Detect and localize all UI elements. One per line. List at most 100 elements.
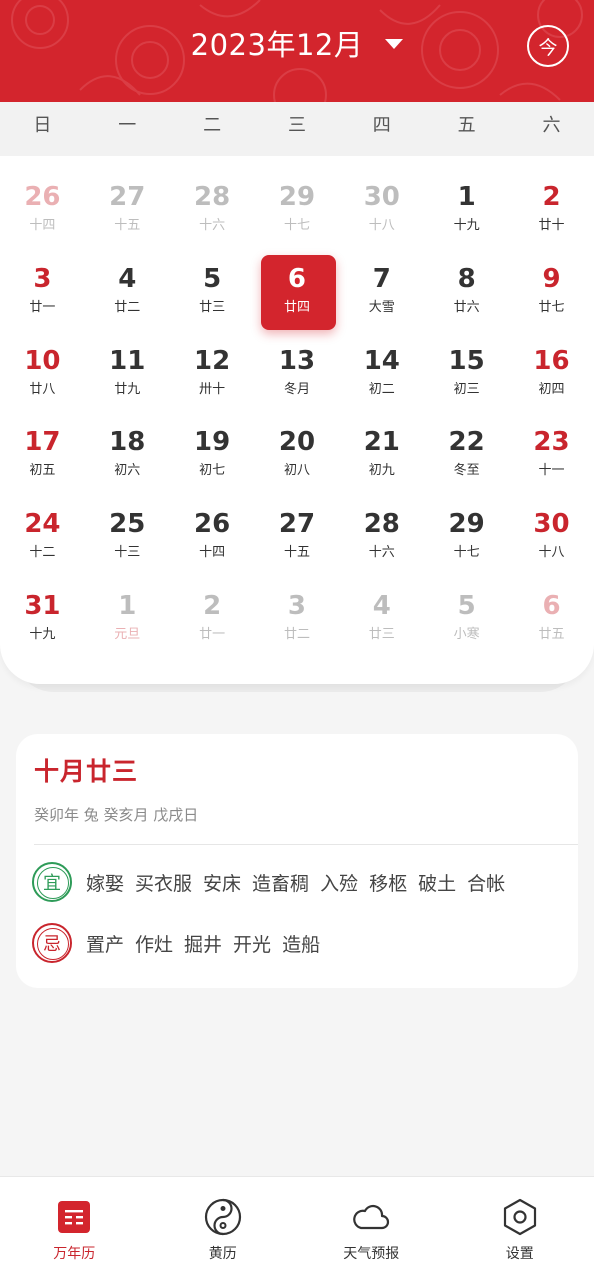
calendar-day[interactable]: 17 初五 [0,413,85,495]
yi-seal-icon: 宜 [32,862,72,902]
caret-down-icon[interactable] [385,39,404,49]
calendar-day[interactable]: 29 十七 [424,495,509,577]
calendar-day[interactable]: 4 廿二 [85,250,170,332]
calendar-day[interactable]: 3 廿二 [255,577,340,659]
calendar-day[interactable]: 2 廿一 [170,577,255,659]
day-number: 27 [109,182,146,212]
calendar-day[interactable]: 29 十七 [255,168,340,250]
lunar-day-label: 廿十 [538,218,565,233]
month-title[interactable]: 2023年12月 [191,22,364,64]
lunar-day-label: 廿八 [29,381,56,397]
lunar-day-label: 元旦 [114,626,141,642]
day-number: 15 [448,345,485,376]
day-number: 11 [109,345,146,376]
lunar-day-label: 廿五 [538,626,565,642]
calendar-day-selected[interactable]: 6 廿四 [255,250,340,332]
calendar-day[interactable]: 6 廿五 [509,577,594,659]
calendar-day[interactable]: 21 初九 [339,413,424,495]
day-number: 3 [33,263,52,294]
calendar-day[interactable]: 24 十二 [0,495,85,577]
calendar-day[interactable]: 15 初三 [424,332,509,414]
lunar-day-label: 卅十 [199,381,226,397]
calendar-day[interactable]: 19 初七 [170,413,255,495]
calendar-day[interactable]: 11 廿九 [85,332,170,414]
calendar-grid-card: 26 十四 27 十五 28 十六 29 十七 30 十八 1 十九 2 廿十 3 廿一 4 廿二 5 廿三 6 廿四 7 大… [0,156,594,684]
calendar-day[interactable]: 30 十八 [509,495,594,577]
lunar-day-label: 小寒 [453,626,480,642]
day-number: 7 [372,263,391,294]
yin-yang-icon [204,1198,241,1236]
day-number: 6 [287,263,306,294]
lunar-day-label: 十八 [538,545,565,561]
weekday-label: 日 [33,115,52,136]
calendar-day[interactable]: 26 十四 [0,168,85,250]
calendar-day[interactable]: 28 十六 [170,168,255,250]
tab-settings[interactable]: 设置 [446,1177,594,1280]
calendar-day[interactable]: 8 廿六 [424,250,509,332]
ganzhi-text: 癸卯年 兔 癸亥月 戊戌日 [34,806,199,824]
month-selector[interactable]: 2023年12月 [0,0,594,86]
day-number: 14 [363,345,400,376]
header-bar: 2023年12月 今 [0,0,594,102]
lunar-day-label: 廿六 [453,299,480,315]
yi-item: 安床 [203,872,242,895]
lunar-day-label: 廿九 [114,381,141,397]
calendar-day[interactable]: 5 廿三 [170,250,255,332]
yi-item: 入殓 [320,872,359,895]
day-number: 31 [24,590,61,621]
lunar-day-label: 廿一 [199,626,226,642]
calendar-day[interactable]: 3 廿一 [0,250,85,332]
calendar-day[interactable]: 31 十九 [0,577,85,659]
tab-calendar[interactable]: 万年历 [0,1177,149,1280]
calendar-day[interactable]: 28 十六 [339,495,424,577]
calendar-day[interactable]: 2 廿十 [509,168,594,250]
tab-weather[interactable]: 天气预报 [297,1177,446,1280]
calendar-day[interactable]: 22 冬至 [424,413,509,495]
day-number: 29 [448,509,485,540]
day-number: 23 [533,427,570,458]
calendar-day[interactable]: 18 初六 [85,413,170,495]
calendar-day[interactable]: 12 卅十 [170,332,255,414]
lunar-day-label: 廿三 [199,299,226,315]
calendar-day[interactable]: 10 廿八 [0,332,85,414]
calendar-day[interactable]: 1 十九 [424,168,509,250]
lunar-day-label: 廿七 [538,299,565,315]
calendar-day[interactable]: 23 十一 [509,413,594,495]
day-number: 10 [24,345,61,376]
lunar-day-label: 廿四 [283,299,310,315]
yi-item: 嫁娶 [86,872,125,895]
today-button[interactable]: 今 [527,25,569,67]
lunar-day-label: 初五 [29,463,56,479]
calendar-day[interactable]: 25 十三 [85,495,170,577]
calendar-day[interactable]: 30 十八 [339,168,424,250]
weekday-label: 三 [287,115,306,136]
lunar-day-label: 十四 [29,218,56,233]
calendar-day[interactable]: 16 初四 [509,332,594,414]
tab-almanac[interactable]: 黄历 [149,1177,298,1280]
bottom-nav: 万年历 黄历 天气预报 设置 [0,1176,594,1280]
calendar-day[interactable]: 9 廿七 [509,250,594,332]
calendar-day[interactable]: 13 冬月 [255,332,340,414]
calendar-day[interactable]: 20 初八 [255,413,340,495]
calendar-day[interactable]: 27 十五 [85,168,170,250]
lunar-day-label: 十四 [199,545,226,561]
calendar-day[interactable]: 7 大雪 [339,250,424,332]
day-number: 5 [457,590,476,621]
yi-item: 买衣服 [135,872,193,895]
almanac-card[interactable]: 十月廿三 癸卯年 兔 癸亥月 戊戌日 宜 嫁娶 买衣服 安床 造畜稠 入殓 移柩 破土 合帐 … [16,734,578,988]
calendar-day[interactable]: 26 十四 [170,495,255,577]
calendar-icon [58,1201,91,1233]
calendar-day[interactable]: 27 十五 [255,495,340,577]
day-number: 21 [363,427,400,458]
calendar-day[interactable]: 4 廿三 [339,577,424,659]
day-number: 19 [194,427,231,458]
lunar-day-label: 初七 [199,463,226,479]
lunar-day-label: 廿一 [29,299,56,315]
calendar-day[interactable]: 5 小寒 [424,577,509,659]
lunar-day-label: 十二 [29,545,56,561]
yi-item: 破土 [418,872,457,895]
day-number: 2 [542,182,561,212]
calendar-day[interactable]: 14 初二 [339,332,424,414]
day-number: 4 [118,263,137,294]
calendar-day[interactable]: 1 元旦 [85,577,170,659]
